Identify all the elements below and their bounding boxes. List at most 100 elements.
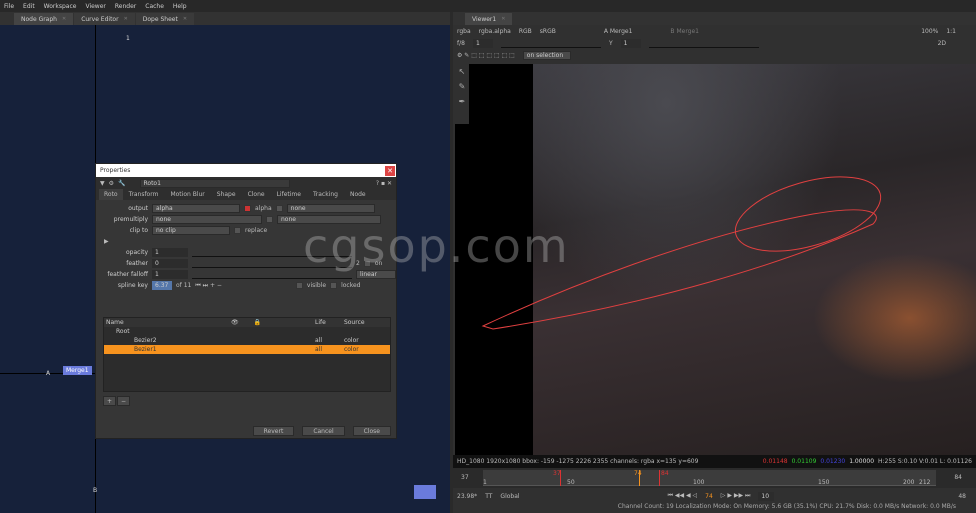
list-item-selected[interactable]: Bezier1 all color (104, 345, 390, 354)
gear-icon[interactable]: ⚙ (109, 180, 114, 187)
viewer-image[interactable]: cgsop.com (303, 64, 976, 455)
menu-render[interactable]: Render (115, 3, 136, 10)
output-label: output (128, 205, 148, 212)
channels-dropdown[interactable]: rgba (457, 28, 471, 35)
tab-node[interactable]: Node (344, 191, 372, 198)
replace-label: replace (245, 227, 268, 234)
close-icon[interactable]: ✕ (124, 16, 128, 22)
properties-tabs: Roto Transform Motion Blur Shape Clone L… (96, 189, 396, 200)
revert-button[interactable]: Revert (252, 425, 295, 436)
timecode-dropdown[interactable]: TT (485, 493, 492, 500)
close-icon[interactable]: ✕ (62, 16, 66, 22)
menu-workspace[interactable]: Workspace (44, 3, 77, 10)
alpha-checkbox[interactable] (244, 205, 251, 212)
tab-clone[interactable]: Clone (242, 191, 271, 198)
input-b-label: B (93, 487, 98, 494)
output-extra-checkbox[interactable] (275, 205, 283, 212)
range-dropdown[interactable]: Global (500, 493, 519, 500)
gain-input[interactable]: 1 (472, 38, 493, 48)
list-item[interactable]: Bezier2 all color (104, 336, 390, 345)
splinekey-count: of 11 (176, 282, 192, 289)
fstop-control[interactable]: f/8 (457, 40, 465, 47)
colorspace-dropdown[interactable]: sRGB (540, 28, 556, 35)
timeline-end[interactable]: 84 (954, 474, 962, 481)
menu-help[interactable]: Help (173, 3, 187, 10)
layer-dropdown[interactable]: rgba.alpha (479, 28, 511, 35)
input-a-dropdown[interactable]: A Merge1 (604, 28, 633, 35)
step-input[interactable]: 10 (758, 491, 775, 501)
premultiply-dropdown[interactable]: none (152, 215, 262, 224)
node[interactable] (414, 485, 436, 499)
menu-bar: File Edit Workspace Viewer Render Cache … (0, 0, 976, 12)
selection-mode-dropdown[interactable]: on selection (522, 50, 571, 60)
shape-list[interactable]: Name 👁 🔒 Life Source Root Bezier2 all color Be… (103, 317, 391, 392)
help-close-icons[interactable]: ? ▪ ✕ (376, 180, 392, 187)
tab-lifetime[interactable]: Lifetime (271, 191, 307, 198)
timeline-track[interactable]: 1 50 100 150 200 212 37 74 84 (483, 470, 936, 486)
column-name[interactable]: Name (104, 318, 229, 327)
add-shape-button[interactable]: + (103, 395, 117, 406)
layer-name: Root (116, 328, 130, 335)
gamma-input[interactable]: 1 (620, 38, 641, 48)
tab-viewer1[interactable]: Viewer1 ✕ (465, 13, 513, 25)
key-nav-icons[interactable]: ⏮ ⏭ + − (195, 282, 222, 290)
column-source[interactable]: Source (342, 318, 390, 327)
tab-transform[interactable]: Transform (123, 191, 165, 198)
ratio-dropdown[interactable]: 1:1 (946, 28, 956, 35)
node-name-field[interactable]: Roto1 (139, 178, 290, 188)
playback-controls[interactable]: ▷ ▶ ▶▶ ⏭ (721, 492, 751, 500)
fps-dropdown[interactable]: 23.98* (457, 493, 477, 500)
list-item[interactable]: Root (104, 327, 390, 336)
clipto-dropdown[interactable]: no clip (152, 226, 230, 235)
tab-dope-sheet[interactable]: Dope Sheet ✕ (135, 13, 195, 25)
replace-checkbox[interactable] (234, 227, 241, 234)
tick-label: 100 (693, 479, 705, 486)
playback-controls[interactable]: ⏮ ◀◀ ◀ ◁ (668, 492, 698, 500)
wrench-icon[interactable]: 🔧 (118, 180, 125, 187)
tab-shape[interactable]: Shape (211, 191, 242, 198)
menu-viewer[interactable]: Viewer (85, 3, 105, 10)
cancel-button[interactable]: Cancel (302, 425, 345, 436)
tab-motion-blur[interactable]: Motion Blur (164, 191, 210, 198)
timeline[interactable]: 37 84 1 50 100 150 200 212 37 74 84 (453, 468, 976, 488)
output-dropdown[interactable]: alpha (152, 204, 240, 213)
input-b-dropdown[interactable]: B Merge1 (670, 28, 699, 35)
tab-curve-editor[interactable]: Curve Editor ✕ (74, 13, 135, 25)
feather-input[interactable]: 0 (152, 259, 188, 268)
gamma-slider[interactable] (648, 39, 759, 48)
close-icon[interactable]: ✕ (385, 165, 395, 176)
out-marker[interactable] (659, 470, 660, 486)
close-button[interactable]: Close (352, 425, 391, 436)
display-dropdown[interactable]: RGB (519, 28, 532, 35)
column-life[interactable]: Life (313, 318, 342, 327)
opacity-input[interactable]: 1 (152, 248, 188, 257)
falloff-input[interactable]: 1 (152, 270, 188, 279)
tab-node-graph[interactable]: Node Graph ✕ (14, 13, 74, 25)
menu-cache[interactable]: Cache (145, 3, 164, 10)
shape-name: Bezier1 (104, 345, 229, 354)
collapse-icon[interactable]: ▼ (100, 180, 105, 187)
pixel-a: 1.00000 (849, 458, 875, 465)
expand-icon[interactable]: ▶ (104, 238, 109, 245)
merge-node[interactable]: Merge1 (63, 366, 92, 375)
tab-tracking[interactable]: Tracking (307, 191, 344, 198)
splinekey-input[interactable]: 6.37 (152, 281, 172, 290)
frame-display[interactable]: 74 (705, 493, 713, 500)
premultiply-checkbox[interactable] (266, 216, 273, 223)
timeline-start[interactable]: 37 (461, 474, 469, 481)
visible-checkbox[interactable] (295, 282, 303, 289)
menu-file[interactable]: File (4, 3, 14, 10)
tab-roto[interactable]: Roto (99, 189, 123, 200)
zoom-dropdown[interactable]: 100% (921, 28, 938, 35)
remove-shape-button[interactable]: − (117, 395, 131, 406)
view-mode-dropdown[interactable]: 2D (938, 40, 946, 47)
menu-edit[interactable]: Edit (23, 3, 35, 10)
properties-titlebar[interactable]: Properties ✕ (96, 164, 396, 177)
tick-label: 200 (903, 479, 915, 486)
close-icon[interactable]: ✕ (183, 16, 187, 22)
output-extra-dropdown[interactable]: none (286, 204, 375, 213)
locked-checkbox[interactable] (330, 282, 338, 289)
gain-slider[interactable] (500, 39, 601, 48)
roto-tool-icons[interactable]: ⚙ ✎ ⬚ ⬚ ⬚ ⬚ ⬚ ⬚ (457, 52, 515, 59)
close-icon[interactable]: ✕ (501, 16, 505, 22)
